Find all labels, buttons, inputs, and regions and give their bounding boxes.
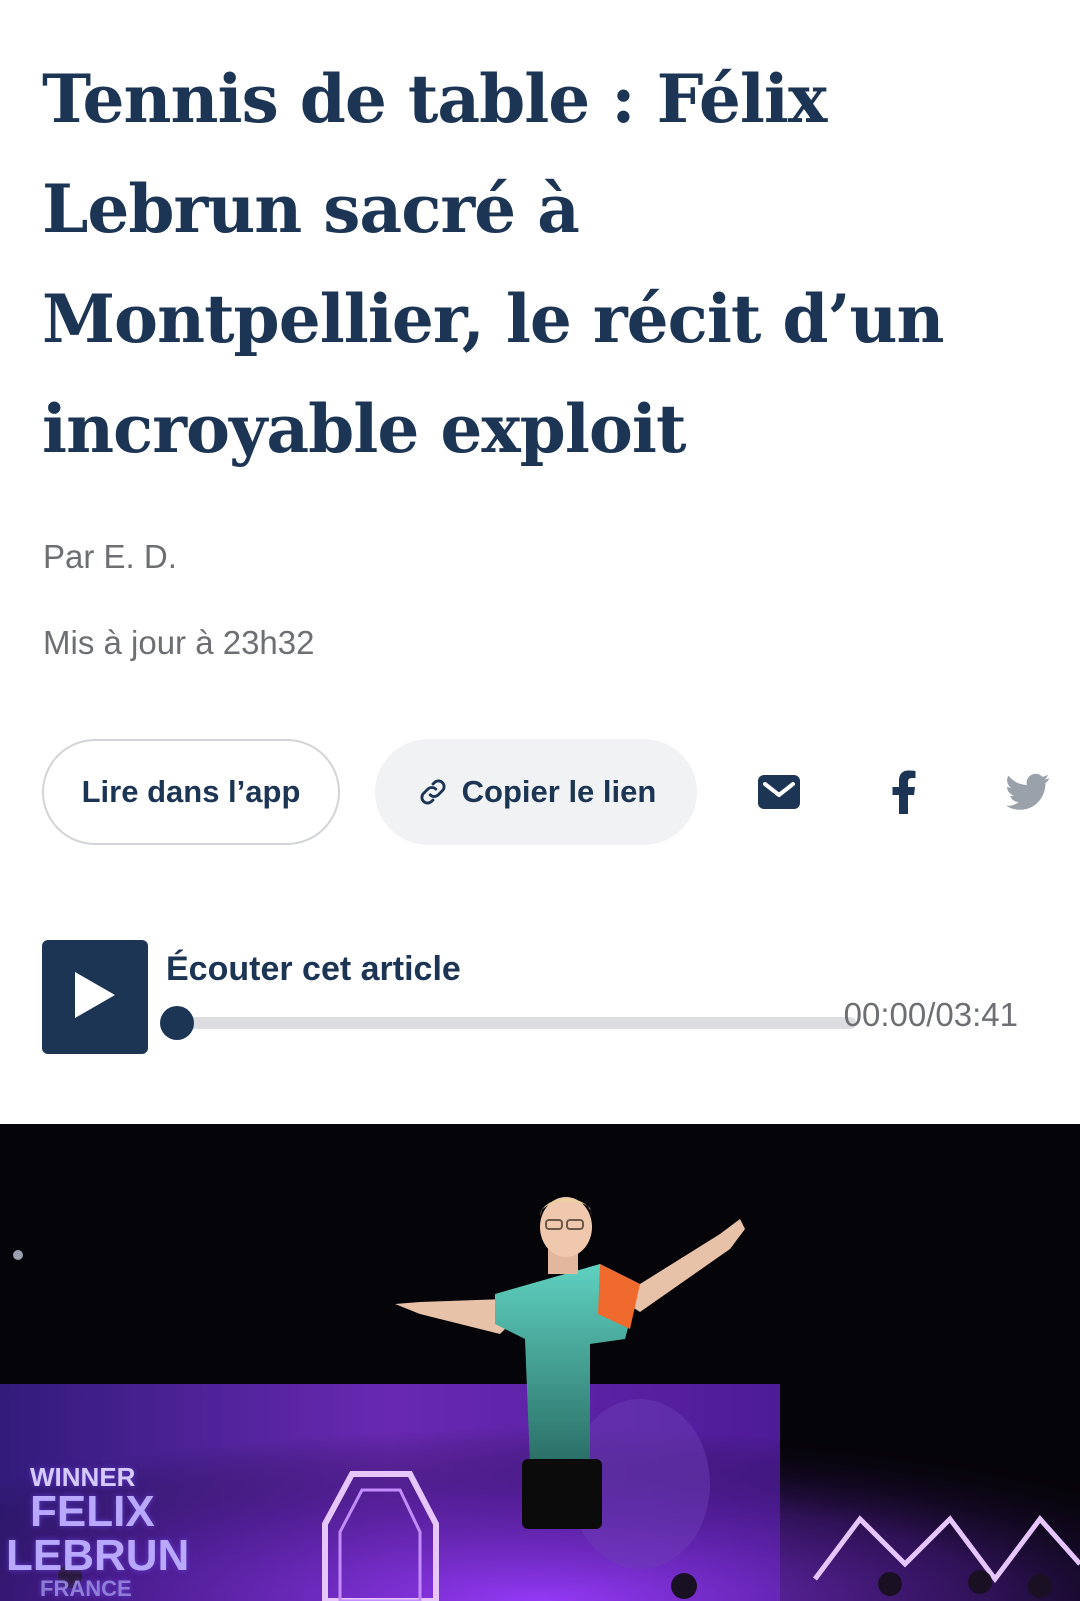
audio-title: Écouter cet article — [166, 950, 461, 988]
article-actions: Lire dans l’app Copier le lien — [42, 739, 1052, 847]
copy-link-label: Copier le lien — [461, 774, 657, 809]
read-in-app-button[interactable]: Lire dans l’app — [42, 739, 340, 845]
mail-icon[interactable] — [754, 767, 804, 817]
copy-link-button[interactable]: Copier le lien — [375, 739, 697, 845]
link-icon — [416, 775, 450, 809]
hero-image: WINNER FELIX LEBRUN FRANCE — [0, 1124, 1080, 1601]
audio-progress-handle[interactable] — [160, 1006, 194, 1040]
play-button[interactable] — [42, 940, 148, 1054]
article-updated-time: Mis à jour à 23h32 — [43, 624, 315, 661]
article-byline: Par E. D. — [43, 538, 177, 575]
twitter-icon[interactable] — [1004, 767, 1052, 817]
caption-first-name: FELIX — [30, 1487, 155, 1536]
audio-player: Écouter cet article 00:00/03:41 — [42, 940, 1042, 1060]
audio-time: 00:00/03:41 — [843, 996, 1018, 1033]
caption-country: FRANCE — [40, 1576, 132, 1601]
facebook-icon[interactable] — [884, 767, 924, 817]
caption-last-name: LEBRUN — [6, 1531, 190, 1580]
article-headline: Tennis de table : Félix Lebrun sacré à M… — [42, 60, 944, 468]
hero-winner-caption: WINNER FELIX LEBRUN FRANCE — [6, 1464, 189, 1600]
audio-progress-bar[interactable] — [160, 1006, 856, 1040]
play-icon — [72, 969, 118, 1026]
